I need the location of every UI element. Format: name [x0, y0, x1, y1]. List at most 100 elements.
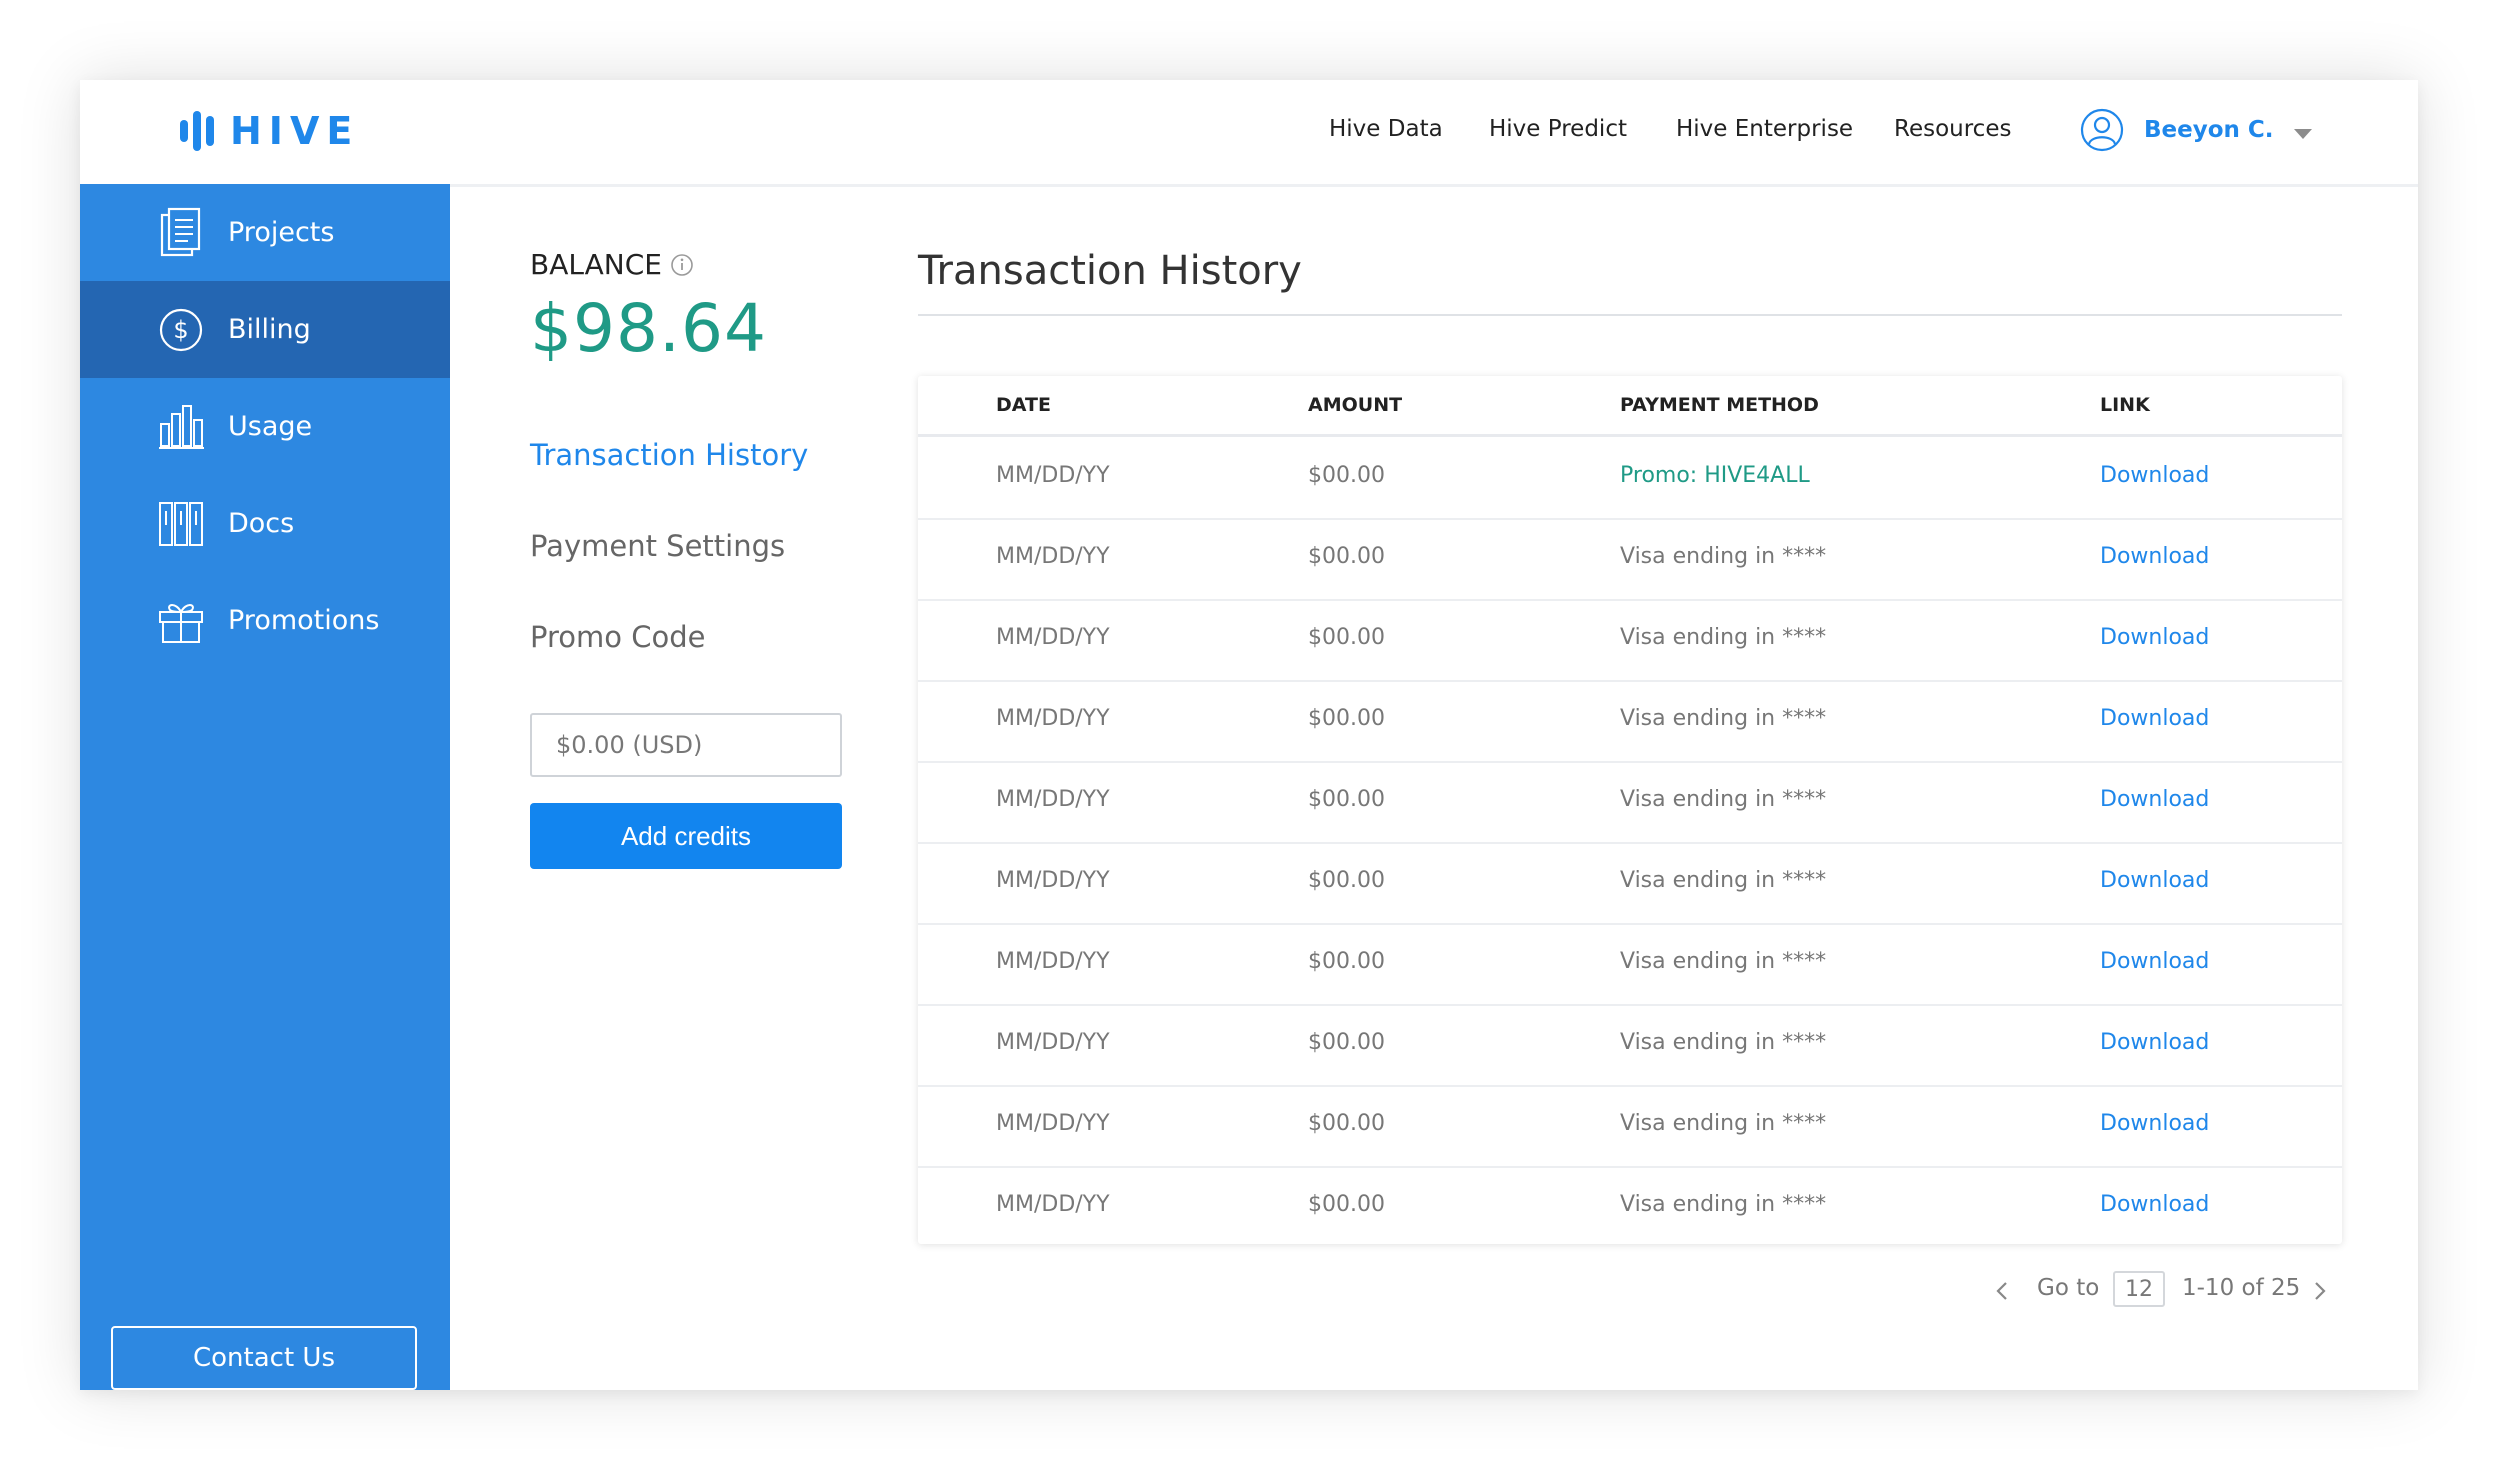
page-range: 1-10 of 25 [2182, 1275, 2301, 1301]
cell-amount: $00.00 [1308, 625, 1385, 650]
bar-chart-icon [158, 401, 204, 453]
cell-date: MM/DD/YY [996, 706, 1110, 731]
download-link[interactable]: Download [2100, 1192, 2209, 1217]
cell-date: MM/DD/YY [996, 1111, 1110, 1136]
dollar-icon: $ [158, 304, 204, 356]
cell-date: MM/DD/YY [996, 625, 1110, 650]
cell-date: MM/DD/YY [996, 1192, 1110, 1217]
column-header-date: DATE [996, 394, 1051, 416]
chevron-down-icon[interactable] [2294, 129, 2312, 139]
table-row: MM/DD/YY $00.00 Visa ending in **** Downloa… [918, 1166, 2342, 1247]
subnav-transaction-history[interactable]: Transaction History [530, 438, 808, 472]
cell-payment-method: Visa ending in **** [1620, 949, 1827, 974]
cell-date: MM/DD/YY [996, 949, 1110, 974]
column-header-link: LINK [2100, 394, 2150, 416]
balance-label: BALANCE [530, 248, 662, 281]
cell-payment-method: Visa ending in **** [1620, 544, 1827, 569]
cell-amount: $00.00 [1308, 868, 1385, 893]
download-link[interactable]: Download [2100, 463, 2209, 488]
sidebar-item-projects[interactable]: Projects [80, 184, 450, 281]
table-row: MM/DD/YY $00.00 Visa ending in **** Downloa… [918, 842, 2342, 925]
sidebar-item-label: Billing [228, 314, 311, 345]
hive-logo[interactable]: HIVE [180, 109, 359, 153]
download-link[interactable]: Download [2100, 949, 2209, 974]
column-header-payment-method: PAYMENT METHOD [1620, 394, 1819, 416]
section-title: Transaction History [918, 248, 1302, 294]
user-name: Beeyon C. [2144, 117, 2274, 143]
user-menu[interactable]: Beeyon C. [2080, 108, 2274, 152]
books-icon [158, 498, 204, 550]
nav-hive-enterprise[interactable]: Hive Enterprise [1676, 116, 1853, 142]
sidebar-item-label: Projects [228, 217, 335, 248]
cell-amount: $00.00 [1308, 1030, 1385, 1055]
column-header-amount: AMOUNT [1308, 394, 1403, 416]
add-credits-button[interactable]: Add credits [530, 803, 842, 869]
cell-amount: $00.00 [1308, 787, 1385, 812]
download-link[interactable]: Download [2100, 868, 2209, 893]
table-header: DATE AMOUNT PAYMENT METHOD LINK [918, 376, 2342, 437]
sidebar-item-docs[interactable]: Docs [80, 475, 450, 572]
table-row: MM/DD/YY $00.00 Visa ending in **** Downloa… [918, 599, 2342, 682]
cell-payment-method: Visa ending in **** [1620, 868, 1827, 893]
download-link[interactable]: Download [2100, 1111, 2209, 1136]
nav-hive-predict[interactable]: Hive Predict [1489, 116, 1627, 142]
gift-icon [158, 595, 204, 647]
download-link[interactable]: Download [2100, 544, 2209, 569]
sidebar-item-label: Usage [228, 411, 313, 442]
cell-payment-method: Visa ending in **** [1620, 1192, 1827, 1217]
logo-bars-icon [180, 111, 214, 151]
svg-text:$: $ [173, 316, 188, 344]
logo-text: HIVE [230, 109, 360, 153]
sidebar: Projects $ Billing Usage Docs Promotions… [80, 184, 450, 1390]
table-row: MM/DD/YY $00.00 Visa ending in **** Downloa… [918, 680, 2342, 763]
nav-hive-data[interactable]: Hive Data [1329, 116, 1443, 142]
download-link[interactable]: Download [2100, 706, 2209, 731]
cell-date: MM/DD/YY [996, 787, 1110, 812]
cell-payment-method: Visa ending in **** [1620, 1030, 1827, 1055]
balance-header: BALANCE [530, 248, 694, 281]
cell-amount: $00.00 [1308, 1111, 1385, 1136]
cell-date: MM/DD/YY [996, 868, 1110, 893]
contact-us-button[interactable]: Contact Us [111, 1326, 417, 1390]
credit-amount-input[interactable] [530, 713, 842, 777]
app-window: HIVE Hive Data Hive Predict Hive Enterpr… [80, 80, 2418, 1390]
table-row: MM/DD/YY $00.00 Visa ending in **** Downloa… [918, 518, 2342, 601]
cell-amount: $00.00 [1308, 706, 1385, 731]
transaction-table: DATE AMOUNT PAYMENT METHOD LINK MM/DD/YY… [918, 376, 2342, 1244]
sidebar-item-billing[interactable]: $ Billing [80, 281, 450, 378]
chevron-left-icon[interactable] [1995, 1280, 2009, 1302]
cell-amount: $00.00 [1308, 949, 1385, 974]
document-icon [158, 207, 204, 259]
sidebar-item-promotions[interactable]: Promotions [80, 572, 450, 669]
chevron-right-icon[interactable] [2313, 1280, 2327, 1302]
cell-amount: $00.00 [1308, 1192, 1385, 1217]
cell-date: MM/DD/YY [996, 544, 1110, 569]
info-icon[interactable] [670, 253, 694, 277]
sidebar-item-usage[interactable]: Usage [80, 378, 450, 475]
cell-payment-method: Visa ending in **** [1620, 706, 1827, 731]
download-link[interactable]: Download [2100, 625, 2209, 650]
cell-payment-method: Visa ending in **** [1620, 787, 1827, 812]
cell-date: MM/DD/YY [996, 1030, 1110, 1055]
cell-date: MM/DD/YY [996, 463, 1110, 488]
download-link[interactable]: Download [2100, 1030, 2209, 1055]
cell-amount: $00.00 [1308, 544, 1385, 569]
balance-amount: $98.64 [530, 290, 767, 367]
nav-resources[interactable]: Resources [1894, 116, 2011, 142]
subnav-payment-settings[interactable]: Payment Settings [530, 529, 785, 563]
cell-payment-method: Visa ending in **** [1620, 1111, 1827, 1136]
goto-label: Go to [2037, 1275, 2100, 1301]
table-row: MM/DD/YY $00.00 Visa ending in **** Downloa… [918, 923, 2342, 1006]
cell-payment-method: Visa ending in **** [1620, 625, 1827, 650]
table-row: MM/DD/YY $00.00 Visa ending in **** Downloa… [918, 761, 2342, 844]
subnav-promo-code[interactable]: Promo Code [530, 620, 705, 654]
divider [918, 314, 2342, 316]
cell-payment-method: Promo: HIVE4ALL [1620, 463, 1810, 488]
sidebar-item-label: Docs [228, 508, 295, 539]
page-number-input[interactable]: 12 [2113, 1271, 2165, 1307]
download-link[interactable]: Download [2100, 787, 2209, 812]
cell-amount: $00.00 [1308, 463, 1385, 488]
sidebar-item-label: Promotions [228, 605, 380, 636]
table-row: MM/DD/YY $00.00 Visa ending in **** Downloa… [918, 1004, 2342, 1087]
top-bar: HIVE Hive Data Hive Predict Hive Enterpr… [80, 80, 2418, 187]
